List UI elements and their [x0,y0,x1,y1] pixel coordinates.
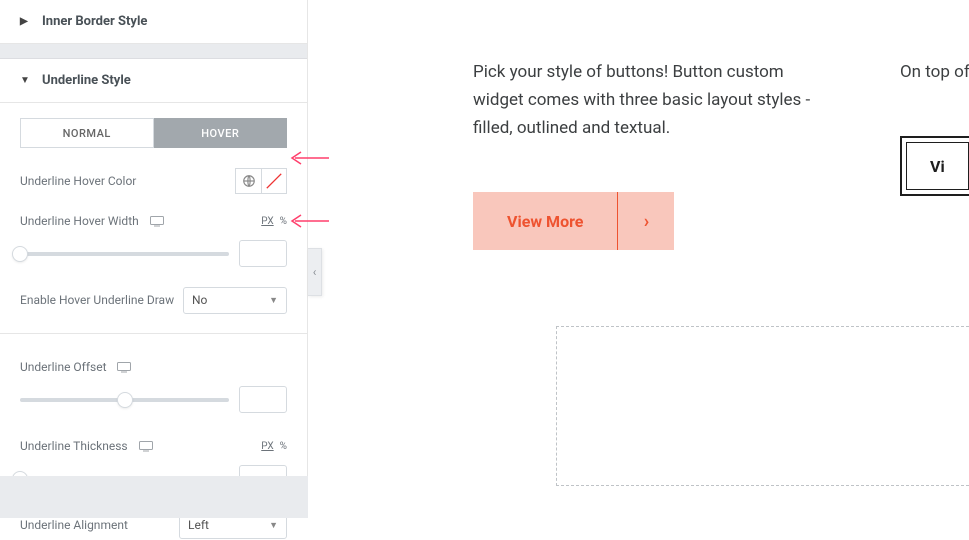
responsive-icon[interactable] [117,362,131,373]
select-value: No [192,293,207,307]
control-label: Underline Hover Width [20,214,164,228]
select-value: Left [188,518,209,532]
chevron-down-icon: ▼ [269,520,278,531]
offset-input[interactable] [239,386,287,413]
preview-card-filled: Pick your style of buttons! Button custo… [473,58,828,250]
empty-widget-placeholder[interactable] [556,326,969,486]
underline-hover-width-row: Underline Hover Width PX % [20,206,287,236]
control-label: Enable Hover Underline Draw [20,293,174,307]
responsive-icon[interactable] [150,216,164,227]
view-more-button-filled[interactable]: View More › [473,192,674,250]
chevron-left-icon: ‹ [313,265,317,279]
section-title: Underline Style [42,73,131,88]
control-label: Underline Thickness [20,439,153,453]
hover-width-input[interactable] [239,240,287,267]
section-inner-border-style[interactable]: ▶ Inner Border Style [0,0,307,44]
global-color-button[interactable] [235,168,261,194]
button-label: View More [473,212,617,231]
unit-px[interactable]: PX [261,216,273,227]
offset-slider[interactable] [20,398,229,402]
hover-width-slider[interactable] [20,252,229,256]
control-label: Underline Offset [20,360,131,374]
card-description: On top of standard also get [900,58,969,86]
slider-thumb[interactable] [117,392,133,408]
view-more-button-outlined[interactable]: Vi [900,136,969,196]
unit-percent[interactable]: % [280,216,287,227]
globe-icon [242,174,256,188]
divider [0,333,307,334]
enable-hover-draw-select[interactable]: No ▼ [183,287,287,314]
hover-width-slider-row [20,240,287,267]
control-label: Underline Hover Color [20,174,136,188]
sidebar-footer-gap [0,476,308,518]
unit-selector: PX % [261,216,287,227]
collapse-sidebar-handle[interactable]: ‹ [308,248,322,296]
button-label: Vi [930,157,945,176]
enable-hover-draw-row: Enable Hover Underline Draw No ▼ [20,285,287,315]
underline-offset-row: Underline Offset [20,352,287,382]
chevron-right-icon: › [618,211,674,232]
unit-selector: PX % [261,441,287,452]
caret-down-icon: ▼ [20,75,30,86]
underline-thickness-row: Underline Thickness PX % [20,431,287,461]
tab-hover[interactable]: HOVER [154,118,288,148]
section-underline-style[interactable]: ▼ Underline Style [0,59,307,103]
chevron-down-icon: ▼ [269,295,278,306]
slider-thumb[interactable] [12,246,28,262]
settings-sidebar: ▶ Inner Border Style ▼ Underline Style N… [0,0,308,518]
unit-px[interactable]: PX [261,441,273,452]
no-color-icon [265,172,283,190]
state-tabs: NORMAL HOVER [20,118,287,148]
preview-card-outlined: On top of standard also get Vi [900,58,969,250]
section-gap [0,44,307,59]
section-title: Inner Border Style [42,14,147,29]
responsive-icon[interactable] [139,441,153,452]
unit-percent[interactable]: % [280,441,287,452]
control-label: Underline Alignment [20,518,128,532]
underline-style-panel: NORMAL HOVER Underline Hover Color [0,103,307,540]
underline-hover-color-row: Underline Hover Color [20,166,287,196]
caret-right-icon: ▶ [20,16,30,27]
tab-normal[interactable]: NORMAL [20,118,154,148]
color-picker-button[interactable] [261,168,287,194]
card-description: Pick your style of buttons! Button custo… [473,58,828,142]
offset-slider-row [20,386,287,413]
